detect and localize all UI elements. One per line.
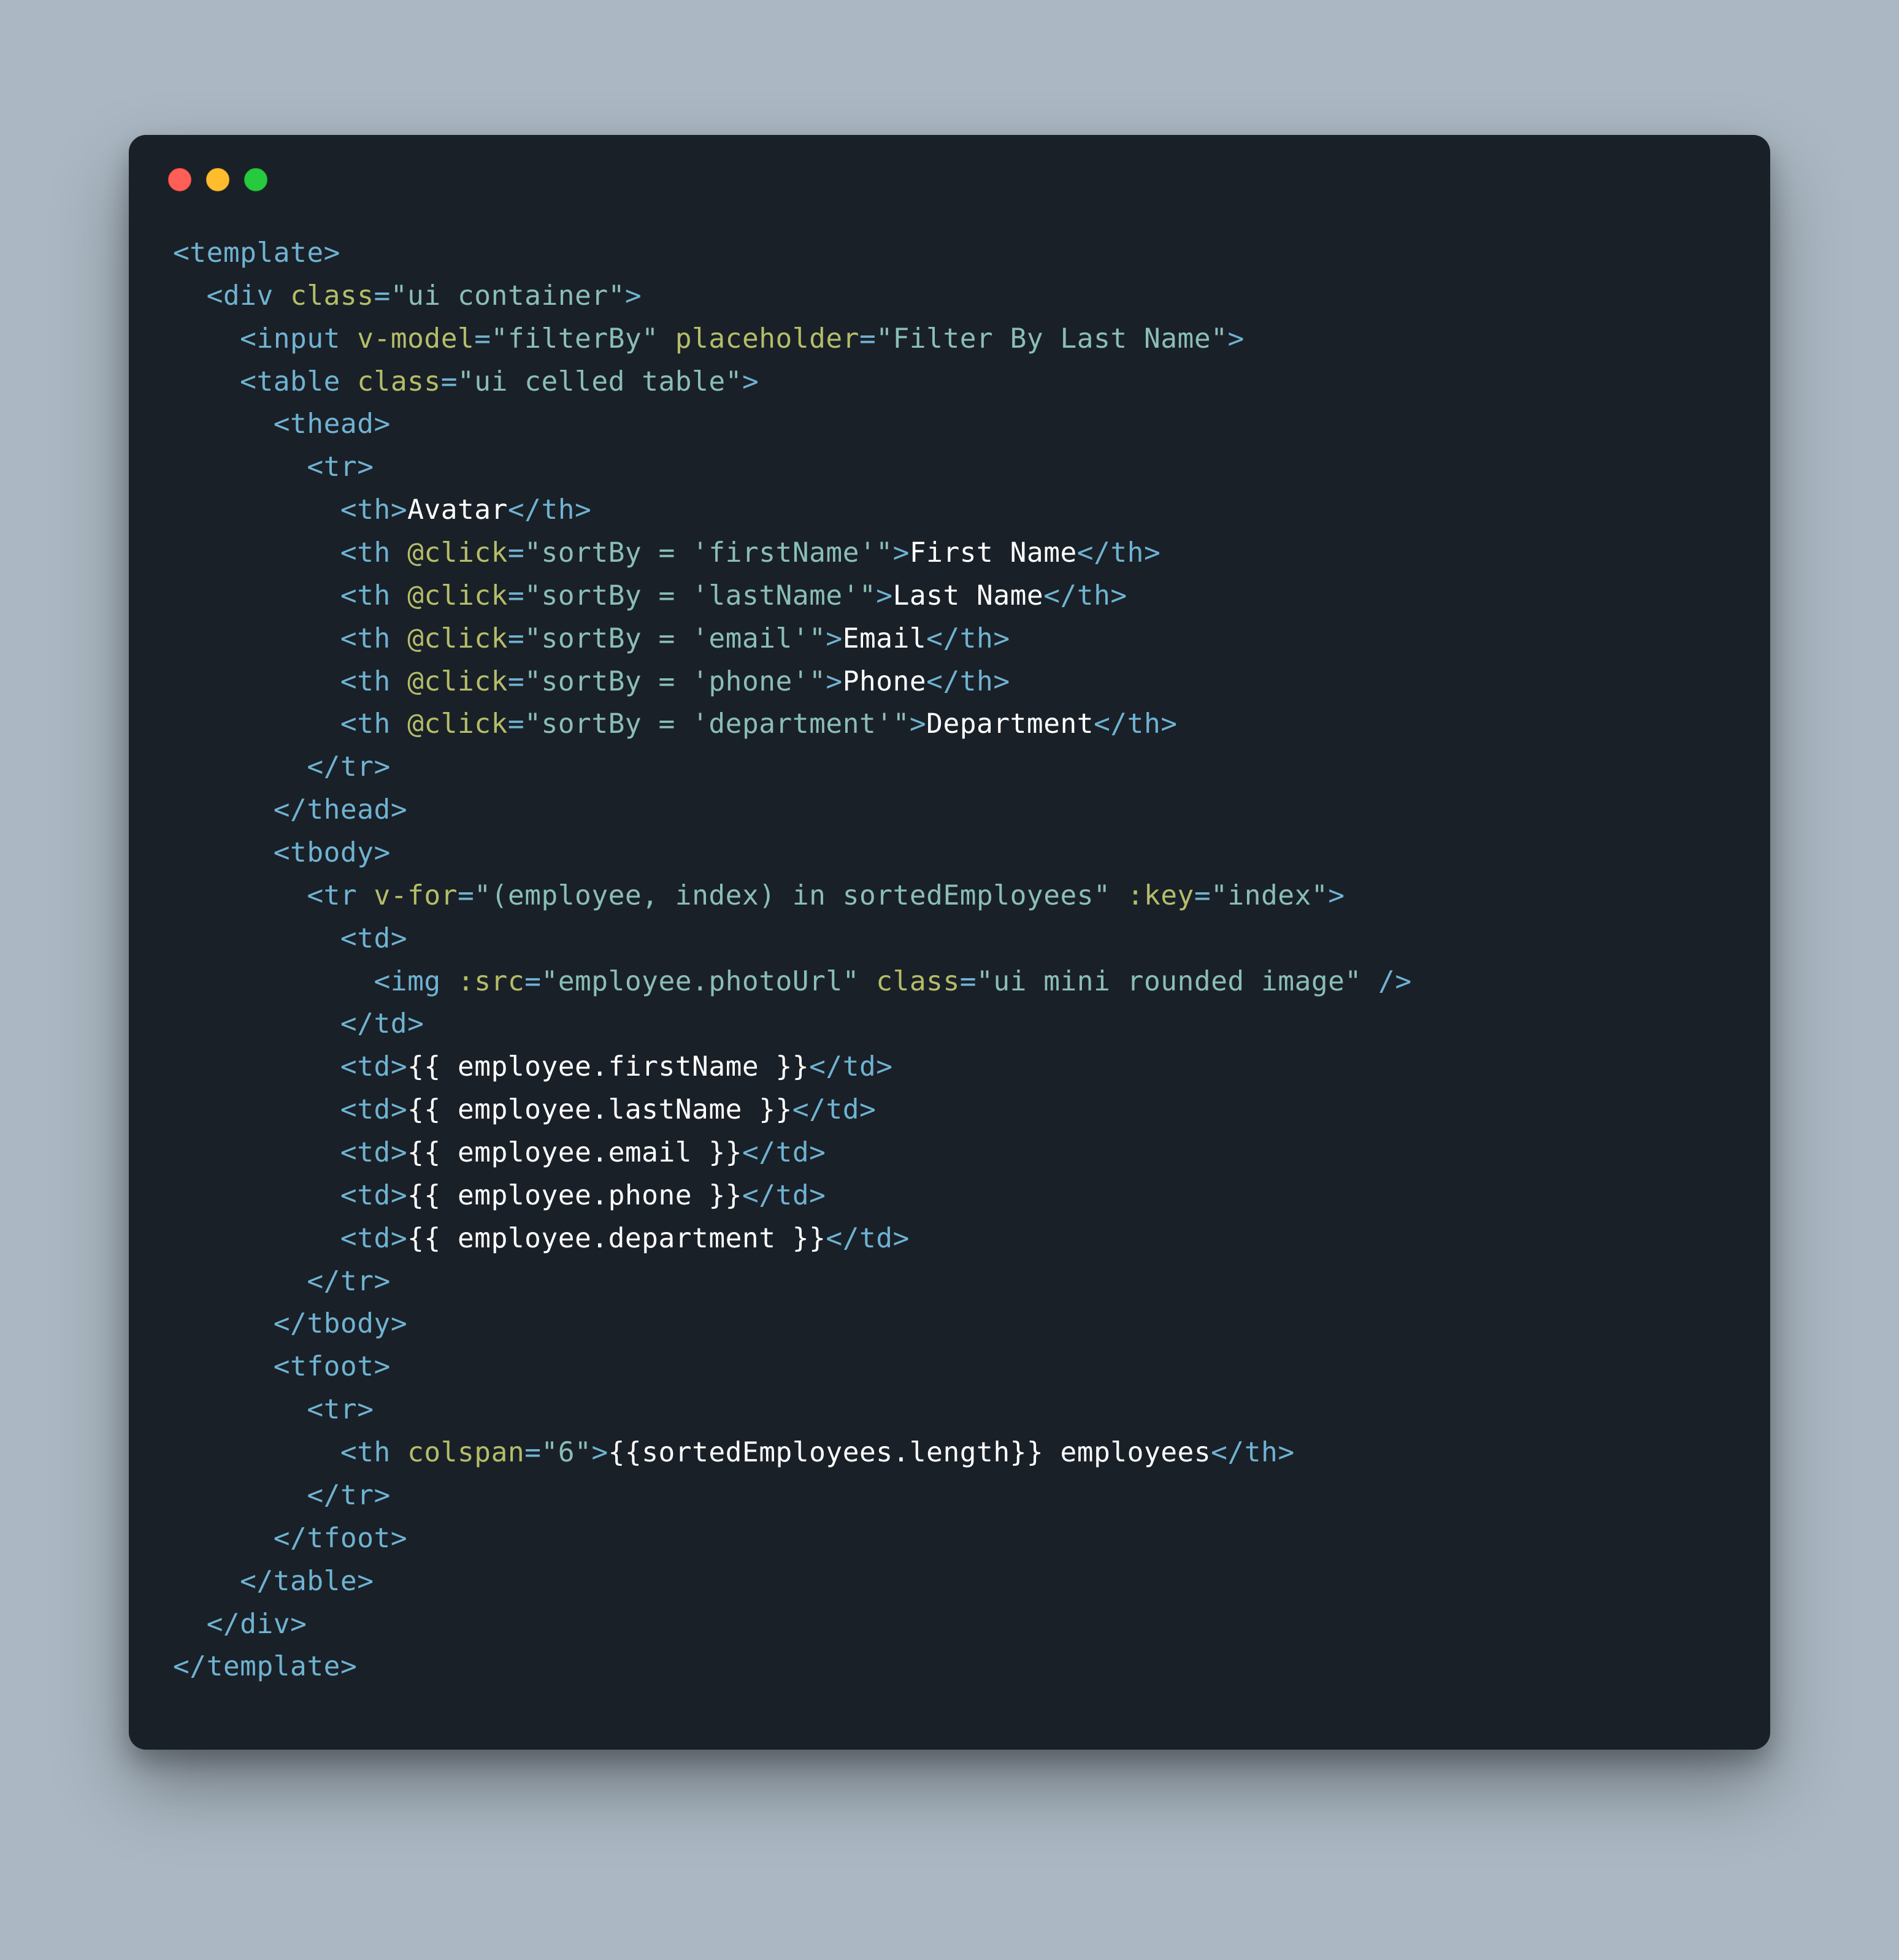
code-line: </thead> bbox=[173, 794, 407, 825]
code-line: <th @click="sortBy = 'phone'">Phone</th> bbox=[173, 666, 1010, 697]
zoom-icon[interactable] bbox=[244, 168, 267, 191]
code-line: <tbody> bbox=[173, 837, 391, 868]
code-line: </tr> bbox=[173, 751, 391, 783]
code-line: </table> bbox=[173, 1566, 374, 1597]
code-line: <tr> bbox=[173, 1394, 374, 1425]
code-window: <template> <div class="ui container"> <i… bbox=[129, 135, 1770, 1750]
code-line: <img :src="employee.photoUrl" class="ui … bbox=[173, 966, 1412, 997]
code-line: <th colspan="6">{{sortedEmployees.length… bbox=[173, 1437, 1295, 1468]
code-line: <th @click="sortBy = 'department'">Depar… bbox=[173, 708, 1178, 740]
code-line: <td> bbox=[173, 923, 407, 954]
code-line: <th @click="sortBy = 'firstName'">First … bbox=[173, 537, 1160, 568]
code-line: <td>{{ employee.department }}</td> bbox=[173, 1223, 910, 1254]
code-line: </tfoot> bbox=[173, 1523, 407, 1554]
code-line: </tbody> bbox=[173, 1308, 407, 1339]
code-line: <th @click="sortBy = 'email'">Email</th> bbox=[173, 623, 1010, 654]
code-line: </div> bbox=[173, 1609, 307, 1640]
code-line: <tfoot> bbox=[173, 1351, 391, 1382]
code-line: <template> bbox=[173, 237, 340, 269]
code-line: <td>{{ employee.email }}</td> bbox=[173, 1137, 826, 1168]
code-line: <td>{{ employee.phone }}</td> bbox=[173, 1180, 826, 1211]
code-line: <input v-model="filterBy" placeholder="F… bbox=[173, 323, 1245, 354]
close-icon[interactable] bbox=[168, 168, 191, 191]
window-titlebar bbox=[129, 135, 1770, 200]
code-line: </tr> bbox=[173, 1480, 391, 1511]
code-block: <template> <div class="ui container"> <i… bbox=[129, 200, 1770, 1713]
code-line: </template> bbox=[173, 1651, 357, 1682]
minimize-icon[interactable] bbox=[206, 168, 229, 191]
code-line: <thead> bbox=[173, 408, 391, 440]
code-line: <div class="ui container"> bbox=[173, 280, 642, 312]
code-line: </td> bbox=[173, 1008, 424, 1039]
code-line: <th>Avatar</th> bbox=[173, 494, 591, 526]
code-line: <tr> bbox=[173, 451, 374, 483]
code-line: <tr v-for="(employee, index) in sortedEm… bbox=[173, 880, 1345, 911]
code-line: <td>{{ employee.firstName }}</td> bbox=[173, 1051, 893, 1082]
code-line: </tr> bbox=[173, 1266, 391, 1297]
code-line: <th @click="sortBy = 'lastName'">Last Na… bbox=[173, 580, 1127, 611]
page-background: <template> <div class="ui container"> <i… bbox=[0, 0, 1899, 1960]
code-line: <td>{{ employee.lastName }}</td> bbox=[173, 1094, 876, 1125]
code-line: <table class="ui celled table"> bbox=[173, 366, 759, 397]
